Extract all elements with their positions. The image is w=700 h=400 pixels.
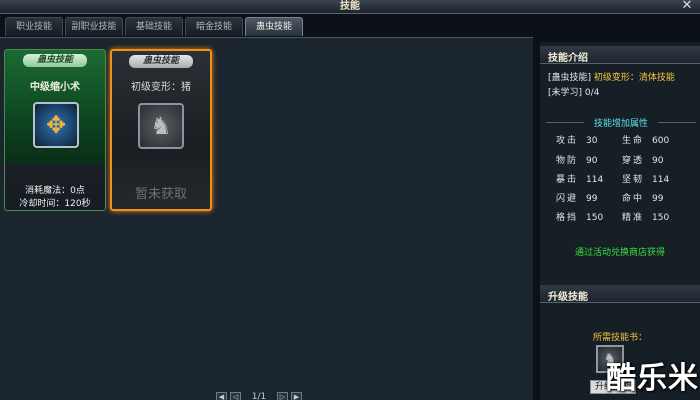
attr-dodge: 闪避 99 — [556, 194, 598, 204]
not-acquired-label: 暂未获取 — [134, 187, 187, 202]
intro-line-1: [蛊虫技能] 初级变形：清体技能 — [548, 70, 675, 83]
attr-hit: 命中 99 — [622, 194, 664, 204]
attr-defense: 物防 90 — [556, 156, 598, 166]
attr-hp: 生命 600 — [622, 136, 670, 146]
attr-attack: 攻击 30 — [556, 136, 598, 146]
tab-bar: 职业技能 副职业技能 基础技能 暗金技能 蛊虫技能 — [5, 17, 303, 37]
attr-crit: 暴击 114 — [556, 175, 604, 185]
skill-description: 初级变形：清体技能 — [593, 73, 675, 83]
skill-type-tag: [蛊虫技能] — [548, 73, 592, 83]
intro-title: 技能介绍 — [548, 53, 588, 64]
watermark-logo: 酷乐米 — [606, 361, 699, 396]
skill-type-badge: 蛊虫技能 — [23, 54, 87, 67]
skill-list-panel: 蛊虫技能 中级缩小术 ✥ 消耗魔法：0点 冷却时间：120秒 蛊虫技能 初级变形… — [0, 37, 533, 400]
mana-cost: 消耗魔法：0点 — [25, 186, 85, 196]
attr-tenacity: 坚韧 114 — [622, 175, 670, 185]
last-page-icon[interactable]: ▶ — [291, 391, 302, 400]
acquire-hint[interactable]: 通过活动兑换商店获得 — [540, 245, 700, 258]
cooldown-time: 冷却时间：120秒 — [19, 199, 91, 209]
upgrade-title: 升级技能 — [548, 292, 588, 303]
tab-basic-skills[interactable]: 基础技能 — [125, 17, 183, 36]
first-page-icon[interactable]: ◀ — [216, 391, 227, 400]
learn-status: [未学习] 0/4 — [548, 88, 600, 98]
upgrade-header: 升级技能 — [540, 285, 700, 303]
pagination: ◀ ◁ 1/1 ▷ ▶ — [216, 391, 302, 400]
attr-precision: 精准 150 — [622, 213, 670, 223]
window-title: 技能 — [340, 1, 360, 12]
tab-gu-skills[interactable]: 蛊虫技能 — [245, 17, 303, 36]
intro-header: 技能介绍 — [540, 46, 700, 64]
tab-profession-skills[interactable]: 职业技能 — [5, 17, 63, 36]
tab-dark-gold-skills[interactable]: 暗金技能 — [185, 17, 243, 36]
shrink-skill-icon[interactable]: ✥ — [33, 102, 79, 148]
page-indicator: 1/1 — [251, 392, 267, 400]
title-bar: 技能 ✕ — [0, 0, 700, 14]
close-icon[interactable]: ✕ — [680, 0, 694, 13]
next-page-icon[interactable]: ▷ — [277, 391, 288, 400]
skill-name: 初级变形：猪 — [131, 82, 191, 93]
skill-type-badge: 蛊虫技能 — [129, 55, 193, 68]
pig-transform-skill-icon[interactable]: ♞ — [138, 103, 184, 149]
skill-name: 中级缩小术 — [30, 82, 80, 93]
required-book-label: 所需技能书： — [592, 333, 647, 343]
tab-sub-profession-skills[interactable]: 副职业技能 — [65, 17, 123, 36]
attr-block: 格挡 150 — [556, 213, 604, 223]
attribute-divider: 技能增加属性 — [546, 116, 696, 130]
skill-card-shrink[interactable]: 蛊虫技能 中级缩小术 ✥ 消耗魔法：0点 冷却时间：120秒 — [4, 49, 106, 211]
prev-page-icon[interactable]: ◁ — [230, 391, 241, 400]
skill-card-pig-transform[interactable]: 蛊虫技能 初级变形：猪 ♞ 暂未获取 — [110, 49, 212, 211]
attr-penetration: 穿透 90 — [622, 156, 664, 166]
